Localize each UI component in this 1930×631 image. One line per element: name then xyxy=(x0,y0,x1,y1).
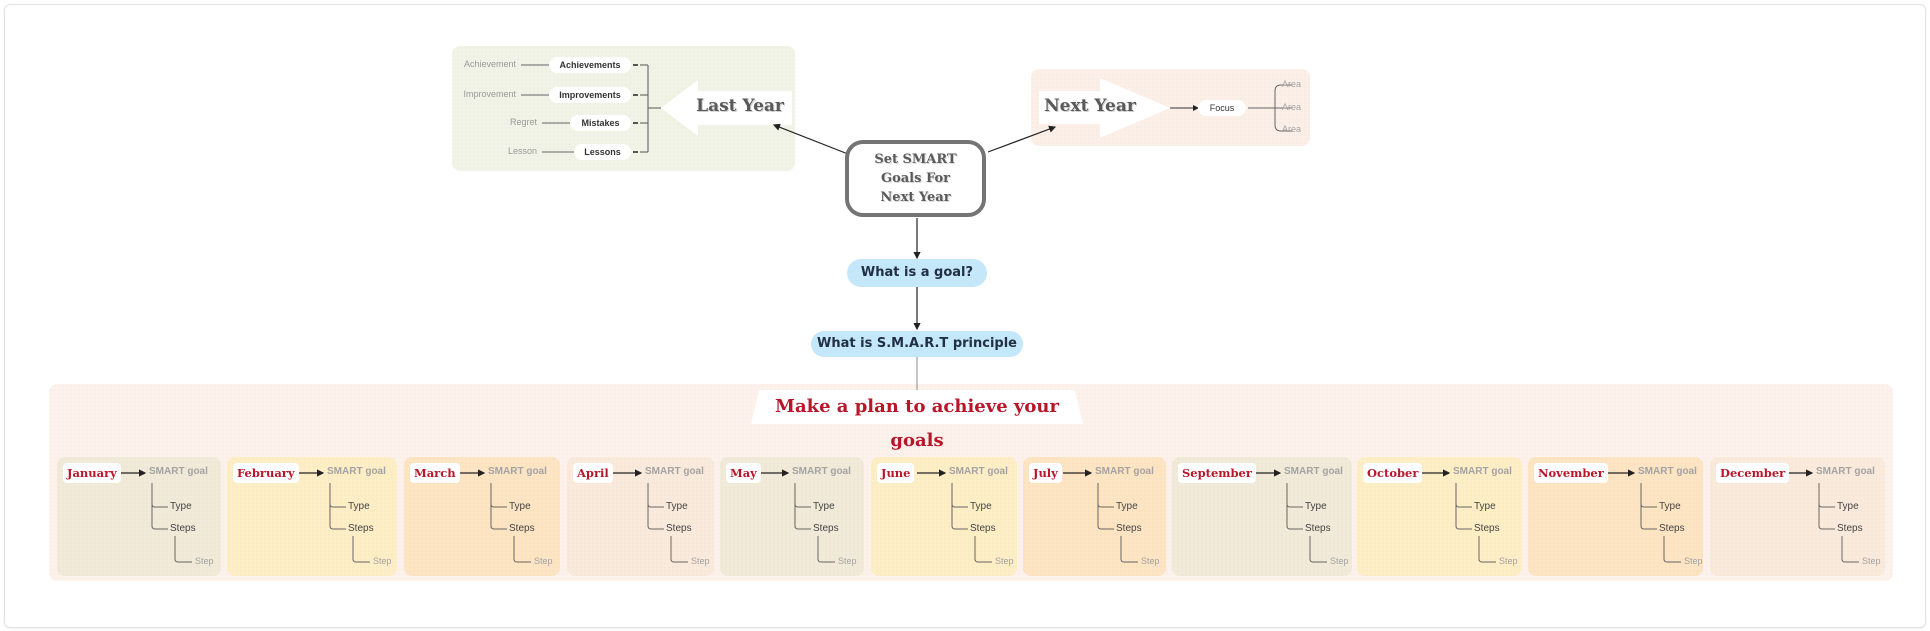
month-card-march: March SMART goal Type Steps Step xyxy=(404,457,560,576)
smart-goal-node[interactable]: SMART goal xyxy=(1638,466,1697,477)
month-label[interactable]: December xyxy=(1716,463,1790,483)
step-node[interactable]: Step xyxy=(534,556,553,566)
last-year-sub-label: Lesson xyxy=(507,146,537,156)
steps-node[interactable]: Steps xyxy=(1474,523,1500,534)
steps-node[interactable]: Steps xyxy=(1659,523,1685,534)
area-node[interactable]: Area xyxy=(1282,124,1301,134)
smart-goal-node[interactable]: SMART goal xyxy=(1453,466,1512,477)
smart-goal-node[interactable]: SMART goal xyxy=(1816,466,1875,477)
branch-improvements[interactable]: Improvements xyxy=(549,87,631,103)
plan-title-label: Make a plan to achieve your goals xyxy=(775,396,1059,451)
next-year-node[interactable]: Next Year xyxy=(1040,96,1140,116)
step-node[interactable]: Step xyxy=(995,556,1014,566)
central-topic-line: Set SMART xyxy=(874,152,957,167)
what-is-a-goal-node[interactable]: What is a goal? xyxy=(847,259,987,287)
last-year-sub-label: Regret xyxy=(509,117,537,127)
steps-node[interactable]: Steps xyxy=(1305,523,1331,534)
central-topic-line: Goals For xyxy=(880,171,951,186)
steps-node[interactable]: Steps xyxy=(1116,523,1142,534)
step-node[interactable]: Step xyxy=(1330,556,1349,566)
month-card-september: September SMART goal Type Steps Step xyxy=(1172,457,1352,576)
area-node[interactable]: Area xyxy=(1282,79,1301,89)
type-node[interactable]: Type xyxy=(1116,501,1138,512)
month-label[interactable]: January xyxy=(63,463,121,483)
smart-goal-node[interactable]: SMART goal xyxy=(792,466,851,477)
month-label[interactable]: April xyxy=(573,463,613,483)
type-node[interactable]: Type xyxy=(813,501,835,512)
steps-node[interactable]: Steps xyxy=(170,523,196,534)
month-label[interactable]: July xyxy=(1029,463,1062,483)
steps-node[interactable]: Steps xyxy=(509,523,535,534)
step-node[interactable]: Step xyxy=(373,556,392,566)
area-node[interactable]: Area xyxy=(1282,102,1301,112)
type-node[interactable]: Type xyxy=(1474,501,1496,512)
month-label[interactable]: June xyxy=(877,463,915,483)
month-label[interactable]: September xyxy=(1178,463,1256,483)
steps-node[interactable]: Steps xyxy=(1837,523,1863,534)
month-label[interactable]: October xyxy=(1363,463,1423,483)
month-card-december: December SMART goal Type Steps Step xyxy=(1710,457,1885,576)
step-node[interactable]: Step xyxy=(1862,556,1881,566)
month-card-april: April SMART goal Type Steps Step xyxy=(567,457,714,576)
focus-node[interactable]: Focus xyxy=(1198,100,1246,116)
month-card-may: May SMART goal Type Steps Step xyxy=(720,457,864,576)
month-label[interactable]: November xyxy=(1534,463,1608,483)
steps-node[interactable]: Steps xyxy=(666,523,692,534)
month-card-june: June SMART goal Type Steps Step xyxy=(871,457,1017,576)
branch-mistakes[interactable]: Mistakes xyxy=(570,115,631,131)
type-node[interactable]: Type xyxy=(1659,501,1681,512)
type-node[interactable]: Type xyxy=(1305,501,1327,512)
month-card-october: October SMART goal Type Steps Step xyxy=(1357,457,1522,576)
type-node[interactable]: Type xyxy=(170,501,192,512)
type-node[interactable]: Type xyxy=(970,501,992,512)
step-node[interactable]: Step xyxy=(838,556,857,566)
step-node[interactable]: Step xyxy=(1684,556,1703,566)
smart-goal-node[interactable]: SMART goal xyxy=(149,466,208,477)
steps-node[interactable]: Steps xyxy=(813,523,839,534)
month-card-january: January SMART goal Type Steps Step xyxy=(57,457,221,576)
month-label[interactable]: May xyxy=(726,463,761,483)
month-label[interactable]: March xyxy=(410,463,460,483)
type-node[interactable]: Type xyxy=(348,501,370,512)
type-node[interactable]: Type xyxy=(666,501,688,512)
steps-node[interactable]: Steps xyxy=(348,523,374,534)
branch-lessons[interactable]: Lessons xyxy=(574,144,631,160)
smart-goal-node[interactable]: SMART goal xyxy=(1284,466,1343,477)
step-node[interactable]: Step xyxy=(1141,556,1160,566)
smart-goal-node[interactable]: SMART goal xyxy=(1095,466,1154,477)
type-node[interactable]: Type xyxy=(509,501,531,512)
step-node[interactable]: Step xyxy=(195,556,214,566)
last-year-node[interactable]: Last Year xyxy=(690,96,790,116)
month-card-november: November SMART goal Type Steps Step xyxy=(1528,457,1703,576)
step-node[interactable]: Step xyxy=(1499,556,1518,566)
type-node[interactable]: Type xyxy=(1837,501,1859,512)
smart-goal-node[interactable]: SMART goal xyxy=(645,466,704,477)
month-card-july: July SMART goal Type Steps Step xyxy=(1023,457,1166,576)
smart-goal-node[interactable]: SMART goal xyxy=(488,466,547,477)
last-year-sub-label: Achievement xyxy=(463,59,516,69)
step-node[interactable]: Step xyxy=(691,556,710,566)
month-card-february: February SMART goal Type Steps Step xyxy=(227,457,397,576)
smart-principle-node[interactable]: What is S.M.A.R.T principle xyxy=(811,331,1023,357)
smart-goal-node[interactable]: SMART goal xyxy=(949,466,1008,477)
plan-title-node[interactable]: Make a plan to achieve your goals xyxy=(751,390,1083,451)
branch-achievements[interactable]: Achievements xyxy=(549,57,631,73)
smart-goal-node[interactable]: SMART goal xyxy=(327,466,386,477)
central-topic[interactable]: Set SMART Goals For Next Year xyxy=(845,140,986,217)
central-topic-line: Next Year xyxy=(880,190,951,205)
month-label[interactable]: February xyxy=(233,463,299,483)
last-year-sub-label: Improvement xyxy=(463,89,516,99)
steps-node[interactable]: Steps xyxy=(970,523,996,534)
